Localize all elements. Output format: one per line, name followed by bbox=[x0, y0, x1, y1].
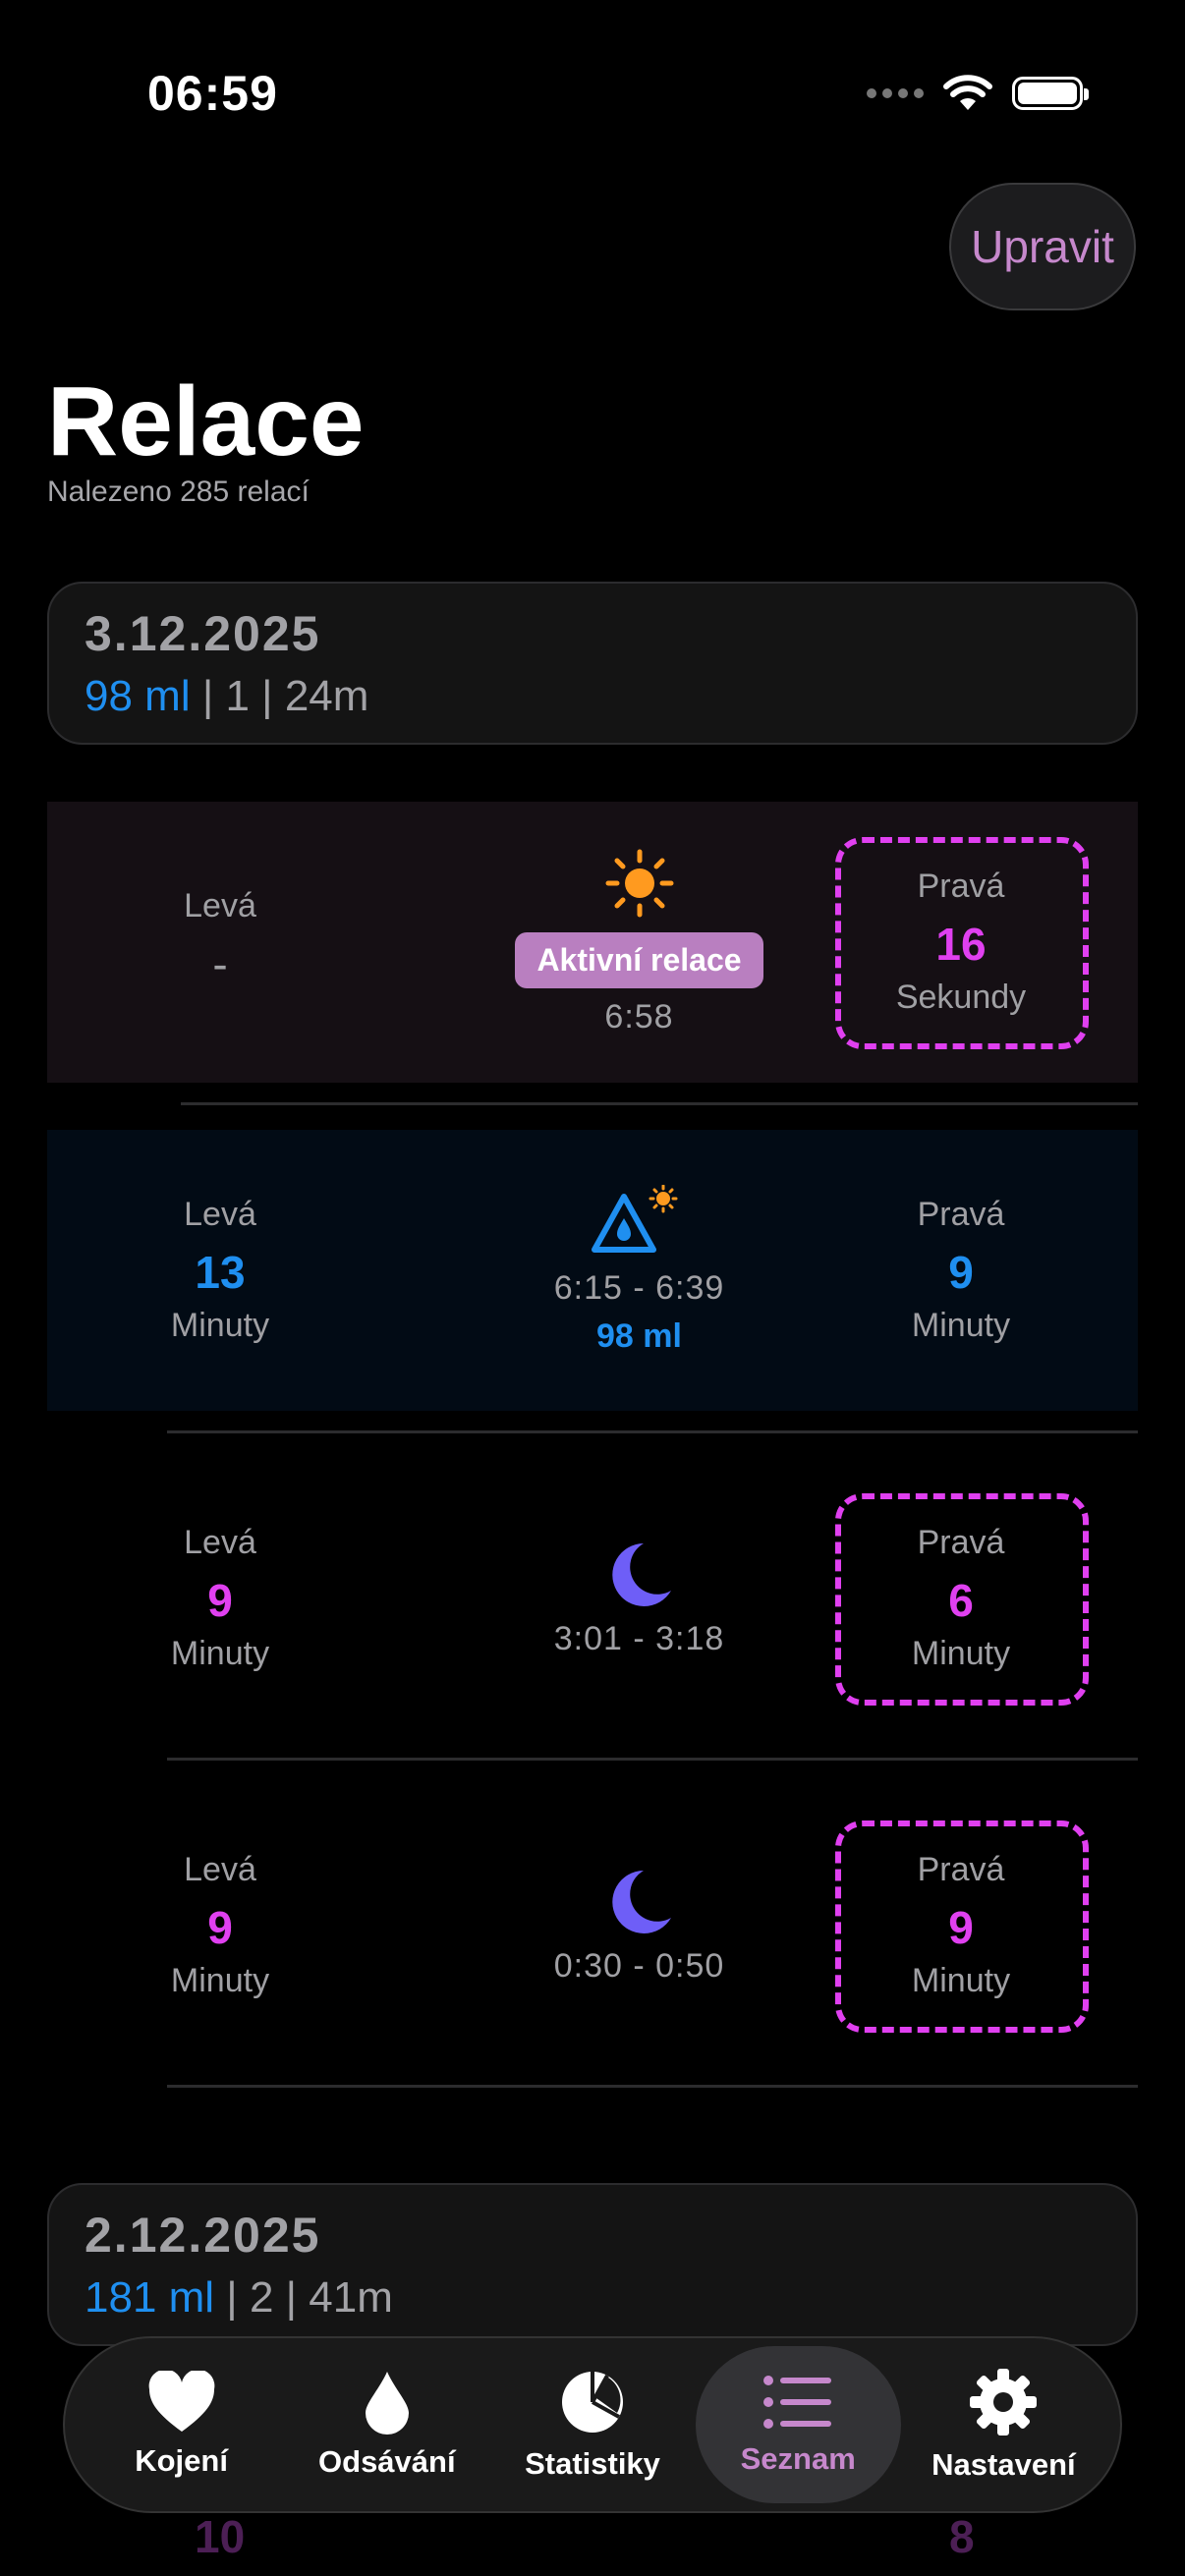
right-label: Pravá bbox=[917, 1524, 1005, 1561]
right-value: 16 bbox=[935, 919, 987, 970]
session-time: 0:30 - 0:50 bbox=[553, 1946, 725, 1985]
moon-icon bbox=[611, 1870, 671, 1933]
right-unit: Minuty bbox=[911, 1635, 1011, 1672]
left-label: Levá bbox=[184, 1851, 256, 1888]
left-value: 13 bbox=[195, 1247, 246, 1298]
tab-label: Nastavení bbox=[931, 2447, 1076, 2482]
tab-label: Seznam bbox=[740, 2441, 856, 2476]
right-value: 9 bbox=[948, 1902, 974, 1953]
left-label: Levá bbox=[184, 1524, 256, 1561]
sun-icon bbox=[605, 849, 673, 918]
session-row-night[interactable]: Levá 9 Minuty 0:30 - 0:50 Pravá 9 Minuty bbox=[47, 1785, 1138, 2066]
right-side: Pravá 9 Minuty bbox=[814, 1130, 1108, 1411]
battery-icon bbox=[1012, 77, 1089, 110]
left-side: Levá - bbox=[47, 802, 393, 1083]
tab-nastaveni[interactable]: Nastavení bbox=[901, 2346, 1106, 2503]
active-session-badge: Aktivní relace bbox=[515, 932, 763, 988]
day-summary-card[interactable]: 3.12.2025 98 ml | 1 | 24m bbox=[47, 582, 1138, 745]
right-unit: Sekundy bbox=[895, 979, 1027, 1016]
day-volume: 181 ml bbox=[85, 2273, 215, 2322]
left-label: Levá bbox=[184, 1196, 256, 1233]
divider bbox=[167, 2085, 1138, 2088]
tab-odsavani[interactable]: Odsávání bbox=[284, 2346, 489, 2503]
day-summary: 98 ml | 1 | 24m bbox=[85, 672, 1100, 721]
tab-kojeni[interactable]: Kojení bbox=[79, 2346, 284, 2503]
right-value: 9 bbox=[948, 1247, 974, 1298]
day-date: 2.12.2025 bbox=[85, 2208, 321, 2263]
drop-icon bbox=[365, 2372, 409, 2435]
edit-button[interactable]: Upravit bbox=[949, 183, 1136, 310]
left-unit: Minuty bbox=[170, 1962, 270, 1999]
heart-icon bbox=[148, 2371, 214, 2432]
right-side: Pravá 16 Sekundy bbox=[814, 802, 1108, 1083]
right-label: Pravá bbox=[917, 1851, 1005, 1888]
session-row-night[interactable]: Levá 9 Minuty 3:01 - 3:18 Pravá 6 Minuty bbox=[47, 1458, 1138, 1739]
session-info: 0:30 - 0:50 bbox=[440, 1785, 838, 2066]
session-row-active[interactable]: Levá - Aktivní relace 6:58 Pravá 16 Seku… bbox=[47, 802, 1138, 1083]
tab-label: Odsávání bbox=[318, 2444, 456, 2479]
right-unit: Minuty bbox=[911, 1962, 1011, 1999]
left-label: Levá bbox=[184, 886, 256, 924]
left-value: 9 bbox=[207, 1902, 233, 1953]
session-info: Aktivní relace 6:58 bbox=[440, 802, 838, 1083]
peek-right-value: 8 bbox=[949, 2511, 975, 2562]
divider bbox=[181, 1102, 1138, 1105]
right-label: Pravá bbox=[917, 1196, 1005, 1233]
tab-label: Kojení bbox=[135, 2443, 228, 2478]
cellular-signal-icon bbox=[867, 88, 924, 98]
day-summary: 181 ml | 2 | 41m bbox=[85, 2273, 1100, 2323]
divider bbox=[167, 1758, 1138, 1761]
divider bbox=[167, 1430, 1138, 1433]
left-value: - bbox=[212, 937, 228, 989]
tab-label: Statistiky bbox=[525, 2446, 660, 2481]
session-row-pump[interactable]: Levá 13 Minuty 6:15 - 6:39 98 ml Pravá 9… bbox=[47, 1130, 1138, 1411]
right-side: Pravá 6 Minuty bbox=[814, 1458, 1108, 1739]
tab-seznam[interactable]: Seznam bbox=[695, 2346, 901, 2503]
right-value: 6 bbox=[948, 1575, 974, 1626]
day-volume: 98 ml bbox=[85, 672, 191, 720]
session-info: 3:01 - 3:18 bbox=[440, 1458, 838, 1739]
day-stats: | 2 | 41m bbox=[214, 2273, 393, 2322]
list-icon bbox=[763, 2376, 832, 2429]
right-label: Pravá bbox=[917, 868, 1005, 905]
left-side: Levá 9 Minuty bbox=[47, 1458, 393, 1739]
right-unit: Minuty bbox=[911, 1307, 1011, 1344]
peek-left-value: 10 bbox=[195, 2511, 246, 2562]
gear-icon bbox=[970, 2369, 1038, 2436]
session-time: 3:01 - 3:18 bbox=[553, 1619, 725, 1657]
day-date: 3.12.2025 bbox=[85, 606, 321, 661]
left-side: Levá 13 Minuty bbox=[47, 1130, 393, 1411]
pump-day-icon bbox=[591, 1185, 677, 1253]
session-volume: 98 ml bbox=[596, 1317, 682, 1355]
session-time: 6:58 bbox=[604, 998, 674, 1036]
pie-chart-icon bbox=[562, 2372, 623, 2433]
session-time: 6:15 - 6:39 bbox=[553, 1269, 725, 1307]
left-side: Levá 9 Minuty bbox=[47, 1785, 393, 2066]
tab-statistiky[interactable]: Statistiky bbox=[489, 2346, 695, 2503]
session-count: Nalezeno 285 relací bbox=[47, 476, 310, 508]
day-stats: | 1 | 24m bbox=[190, 672, 369, 720]
left-unit: Minuty bbox=[170, 1635, 270, 1672]
wifi-icon bbox=[943, 75, 992, 110]
day-summary-card[interactable]: 2.12.2025 181 ml | 2 | 41m bbox=[47, 2183, 1138, 2346]
left-value: 9 bbox=[207, 1575, 233, 1626]
right-side: Pravá 9 Minuty bbox=[814, 1785, 1108, 2066]
moon-icon bbox=[611, 1542, 671, 1606]
status-time: 06:59 bbox=[147, 66, 278, 121]
tab-bar: Kojení Odsávání Statistiky Seznam Nastav… bbox=[63, 2336, 1122, 2513]
session-info: 6:15 - 6:39 98 ml bbox=[440, 1130, 838, 1411]
status-icons bbox=[867, 75, 1089, 112]
page-title: Relace bbox=[47, 366, 365, 476]
left-unit: Minuty bbox=[170, 1307, 270, 1344]
